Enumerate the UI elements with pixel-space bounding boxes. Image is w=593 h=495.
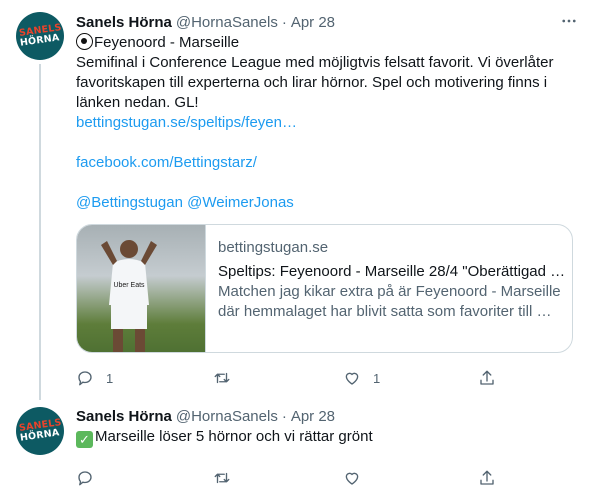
reply-button[interactable]: 1 (76, 369, 113, 387)
author-handle[interactable]: @HornaSanels (176, 408, 278, 425)
link-preview-card[interactable]: Uber Eats bettingstugan.se Speltips: Fey… (76, 224, 573, 353)
tweet-text-line: favoritskapen till experterna och lirar … (76, 74, 548, 91)
retweet-button[interactable] (213, 369, 243, 387)
separator-dot: · (281, 407, 287, 425)
mention-weimerjonas[interactable]: @WeimerJonas (187, 194, 294, 211)
author-name[interactable]: Sanels Hörna (76, 408, 172, 425)
tweet-content: Sanels Hörna @HornaSanels · Apr 28 ✓ Mars… (76, 405, 579, 486)
tweet-content: Sanels Hörna @HornaSanels · Apr 28 Feyen… (76, 11, 579, 386)
share-button[interactable] (478, 369, 496, 387)
action-bar: 1 1 (76, 369, 496, 391)
tweet-date[interactable]: Apr 28 (291, 14, 335, 31)
action-bar (76, 469, 496, 491)
author-handle[interactable]: @HornaSanels (176, 14, 278, 31)
player-photo: Uber Eats (101, 240, 157, 352)
retweet-icon (214, 372, 230, 384)
avatar[interactable]: SANELS HÖRNA (16, 12, 64, 60)
reply-count: 1 (106, 370, 114, 386)
card-description: Matchen jag kikar extra på är Feyenoord … (218, 283, 561, 300)
separator-dot: · (281, 13, 287, 31)
share-button[interactable] (478, 469, 496, 487)
share-icon (480, 470, 494, 485)
avatar[interactable]: SANELS HÖRNA (16, 407, 64, 455)
more-options-icon[interactable] (559, 11, 579, 31)
reply-icon (78, 471, 92, 486)
tweet[interactable]: SANELS HÖRNA Sanels Hörna @HornaSanels ·… (0, 396, 593, 495)
thread-line (39, 64, 41, 400)
card-description: där hemmalaget har blivit satta som favo… (218, 303, 552, 320)
like-button[interactable] (343, 469, 373, 487)
tweet-text-line: Semifinal i Conference League med möjlig… (76, 54, 554, 71)
tweet-text-line: ✓ Marseille löser 5 hörnor och vi rättar … (76, 427, 579, 448)
share-icon (480, 370, 494, 385)
jersey-sponsor-text: Uber Eats (113, 282, 145, 289)
tweet-text-line: Feyenoord - Marseille (76, 33, 579, 53)
heart-icon (345, 372, 359, 385)
link-bettingstugan[interactable]: bettingstugan.se/speltips/feyen… (76, 113, 579, 133)
card-thumbnail: Uber Eats (77, 225, 206, 352)
heart-icon (345, 472, 359, 485)
tweet-text: Feyenoord - Marseille Semifinal i Confer… (76, 33, 579, 213)
retweet-button[interactable] (213, 469, 243, 487)
soccer-ball-icon (76, 33, 93, 50)
retweet-icon (214, 472, 230, 484)
card-domain: bettingstugan.se (218, 239, 329, 256)
reply-icon (78, 371, 92, 386)
tweet-text-line: länken nedan. GL! (76, 94, 199, 111)
link-facebook[interactable]: facebook.com/Bettingstarz/ (76, 153, 579, 173)
card-title: Speltips: Feyenoord - Marseille 28/4 "Ob… (218, 263, 566, 280)
author-name[interactable]: Sanels Hörna (76, 14, 172, 31)
tweet-header: Sanels Hörna @HornaSanels · Apr 28 (76, 405, 579, 427)
tweet[interactable]: SANELS HÖRNA Sanels Hörna @HornaSanels ·… (0, 0, 593, 400)
tweet-text: ✓ Marseille löser 5 hörnor och vi rättar … (76, 427, 579, 448)
reply-button[interactable] (76, 469, 106, 487)
tweet-date[interactable]: Apr 28 (291, 408, 335, 425)
tweet-header: Sanels Hörna @HornaSanels · Apr 28 (76, 11, 579, 33)
mention-bettingstugan[interactable]: @Bettingstugan (76, 194, 183, 211)
like-count: 1 (373, 370, 381, 386)
check-mark-icon: ✓ (76, 431, 93, 448)
card-text: bettingstugan.se Speltips: Feyenoord - M… (206, 225, 572, 352)
like-button[interactable]: 1 (343, 369, 380, 387)
